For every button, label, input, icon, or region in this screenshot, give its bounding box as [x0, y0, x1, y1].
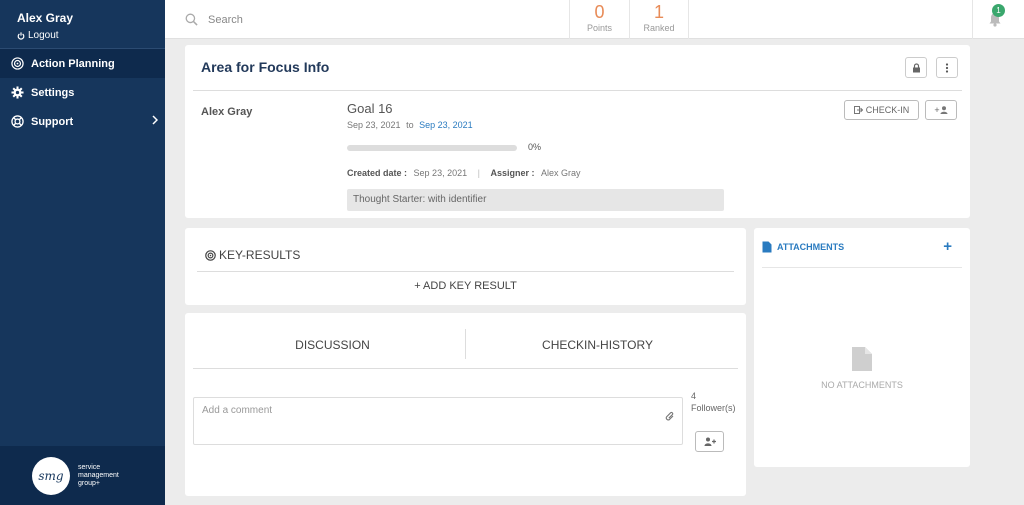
tab-checkin-history[interactable]: CHECKIN-HISTORY	[525, 338, 670, 352]
paperclip-icon	[665, 411, 674, 421]
brand-text: service management group+	[78, 463, 119, 487]
start-date: Sep 23, 2021	[347, 120, 401, 130]
sidebar-item-support[interactable]: Support	[0, 107, 165, 136]
tab-separator	[465, 329, 466, 359]
followers-info: 4 Follower(s)	[691, 390, 736, 414]
top-bar: Search 0 Points 1 Ranked 1	[165, 0, 1024, 39]
user-icon	[940, 106, 948, 114]
search-box[interactable]: Search	[185, 13, 243, 26]
ranked-value: 1	[653, 2, 664, 22]
focus-info-card: Area for Focus Info Alex Gray Goal 16 Se…	[185, 45, 970, 218]
user-name: Alex Gray	[17, 11, 74, 25]
comment-input[interactable]: Add a comment	[193, 397, 683, 445]
sidebar-item-label: Support	[31, 115, 74, 128]
gear-icon	[10, 86, 24, 100]
file-icon	[762, 241, 772, 253]
thought-starter: Thought Starter: with identifier	[347, 189, 724, 211]
search-input[interactable]: Search	[208, 14, 243, 26]
points-value: 0	[594, 2, 605, 22]
more-options-button[interactable]	[936, 57, 958, 78]
divider	[193, 368, 738, 369]
sidebar-item-action-planning[interactable]: Action Planning	[0, 49, 165, 78]
followers-label: Follower(s)	[691, 403, 736, 413]
user-block: Alex Gray Logout	[0, 0, 165, 49]
goal-title: Goal 16	[347, 101, 393, 116]
divider	[197, 271, 734, 272]
add-attachment-button[interactable]: +	[943, 238, 952, 255]
check-in-label: CHECK-IN	[865, 105, 910, 115]
no-attachments-label: NO ATTACHMENTS	[821, 380, 903, 390]
discussion-card: DISCUSSION CHECKIN-HISTORY Add a comment…	[185, 313, 746, 496]
progress-bar	[347, 145, 517, 151]
key-results-heading: KEY-RESULTS	[205, 248, 300, 262]
ranked-stat: 1 Ranked	[629, 0, 689, 39]
user-plus-icon	[704, 437, 716, 446]
lock-icon	[912, 62, 920, 72]
add-follower-button[interactable]	[695, 431, 724, 452]
sign-in-icon	[853, 106, 863, 114]
sidebar-item-label: Action Planning	[31, 57, 115, 70]
notification-badge: 1	[992, 4, 1005, 17]
goal-owner: Alex Gray	[201, 106, 253, 118]
sidebar-footer: smg service management group+	[0, 446, 165, 505]
lifebuoy-icon	[10, 115, 24, 129]
check-in-button[interactable]: CHECK-IN	[844, 100, 919, 120]
followers-count: 4	[691, 391, 697, 401]
logout-link[interactable]: Logout	[17, 30, 165, 41]
add-user-button[interactable]: +	[925, 100, 957, 120]
empty-file-icon	[851, 346, 873, 377]
divider	[762, 267, 962, 268]
smg-logo: smg	[32, 456, 70, 495]
points-stat: 0 Points	[569, 0, 629, 39]
assigner-value: Alex Gray	[541, 168, 581, 178]
created-label: Created date :	[347, 168, 408, 178]
attachments-card: ATTACHMENTS + NO ATTACHMENTS	[754, 228, 970, 467]
progress-percent: 0%	[528, 142, 542, 152]
sidebar: Alex Gray Logout Action Planning Setting…	[0, 0, 165, 505]
attach-file-button[interactable]	[665, 409, 675, 427]
end-date[interactable]: Sep 23, 2021	[419, 120, 473, 130]
sidebar-item-label: Settings	[31, 86, 75, 99]
sidebar-item-settings[interactable]: Settings	[0, 78, 165, 107]
more-vertical-icon	[945, 62, 949, 73]
focus-title: Area for Focus Info	[201, 59, 330, 75]
logout-label: Logout	[28, 30, 59, 41]
power-icon	[17, 31, 25, 40]
add-key-result-button[interactable]: + ADD KEY RESULT	[185, 280, 746, 292]
notifications-button[interactable]: 1	[972, 0, 1024, 39]
ranked-label: Ranked	[643, 23, 675, 33]
attachments-heading: ATTACHMENTS	[762, 241, 844, 253]
target-icon	[205, 249, 216, 261]
meta-separator: |	[477, 168, 480, 178]
search-icon	[185, 13, 198, 26]
lock-button[interactable]	[905, 57, 927, 78]
goal-dates: Sep 23, 2021 to Sep 23, 2021	[347, 120, 473, 130]
chevron-right-icon	[152, 115, 159, 128]
key-results-title: KEY-RESULTS	[219, 248, 301, 262]
assigner-label: Assigner :	[490, 168, 535, 178]
attachments-title: ATTACHMENTS	[777, 242, 845, 252]
to-label: to	[406, 120, 414, 130]
tab-discussion[interactable]: DISCUSSION	[275, 338, 390, 352]
goal-meta: Created date : Sep 23, 2021 | Assigner :…	[347, 168, 581, 178]
key-results-card: KEY-RESULTS + ADD KEY RESULT	[185, 228, 746, 305]
target-icon	[10, 57, 24, 71]
points-label: Points	[586, 23, 612, 33]
divider	[193, 90, 962, 91]
created-value: Sep 23, 2021	[413, 168, 468, 178]
